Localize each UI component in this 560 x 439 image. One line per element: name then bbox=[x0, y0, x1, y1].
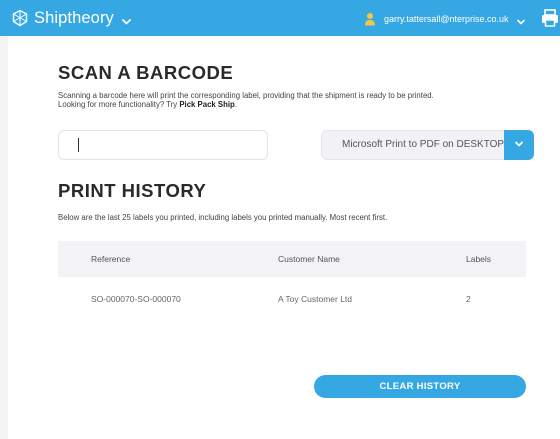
brand-name: Shiptheory bbox=[34, 8, 114, 27]
chevron-down-icon bbox=[516, 14, 526, 25]
barcode-input[interactable] bbox=[58, 130, 268, 160]
text-caret bbox=[78, 138, 79, 152]
printer-select-toggle[interactable] bbox=[504, 130, 534, 160]
table-row: SO-000070-SO-000070 A Toy Customer Ltd 2 bbox=[58, 277, 526, 321]
chevron-down-icon bbox=[514, 136, 524, 154]
chevron-down-icon bbox=[121, 14, 132, 25]
scan-description-prefix: Looking for more functionality? Try bbox=[58, 100, 180, 109]
column-header-reference: Reference bbox=[91, 254, 131, 264]
pick-pack-ship-link[interactable]: Pick Pack Ship bbox=[179, 100, 234, 109]
printer-select[interactable]: Microsoft Print to PDF on DESKTOP bbox=[321, 130, 534, 160]
user-email: garry.tattersall@nterprise.co.uk bbox=[384, 14, 509, 24]
print-history-table: Reference Customer Name Labels SO-000070… bbox=[58, 241, 526, 321]
printer-icon bbox=[540, 9, 560, 32]
printer-select-value: Microsoft Print to PDF on DESKTOP bbox=[321, 130, 504, 160]
scan-description-line1: Scanning a barcode here will print the c… bbox=[58, 91, 434, 100]
print-history-title: PRINT HISTORY bbox=[58, 180, 207, 201]
scan-description: Scanning a barcode here will print the c… bbox=[58, 91, 528, 109]
user-menu[interactable]: garry.tattersall@nterprise.co.uk bbox=[364, 10, 526, 28]
main-panel: SCAN A BARCODE Scanning a barcode here w… bbox=[8, 36, 560, 439]
column-header-customer-name: Customer Name bbox=[278, 254, 340, 264]
print-button[interactable] bbox=[540, 8, 560, 28]
clear-history-button[interactable]: CLEAR HISTORY bbox=[314, 375, 526, 398]
shiptheory-logo-icon bbox=[11, 9, 29, 27]
scan-barcode-title: SCAN A BARCODE bbox=[58, 62, 234, 83]
brand-menu[interactable]: Shiptheory bbox=[11, 7, 132, 29]
cell-customer-name: A Toy Customer Ltd bbox=[278, 294, 353, 304]
cell-labels: 2 bbox=[466, 294, 471, 304]
scan-description-suffix: . bbox=[234, 100, 237, 109]
column-header-labels: Labels bbox=[466, 254, 492, 264]
user-icon bbox=[364, 12, 376, 26]
cell-reference: SO-000070-SO-000070 bbox=[91, 294, 181, 304]
top-navigation-bar: Shiptheory garry.tattersall@nterprise.co… bbox=[0, 0, 560, 36]
print-history-description: Below are the last 25 labels you printed… bbox=[58, 213, 388, 222]
table-header: Reference Customer Name Labels bbox=[58, 241, 526, 277]
